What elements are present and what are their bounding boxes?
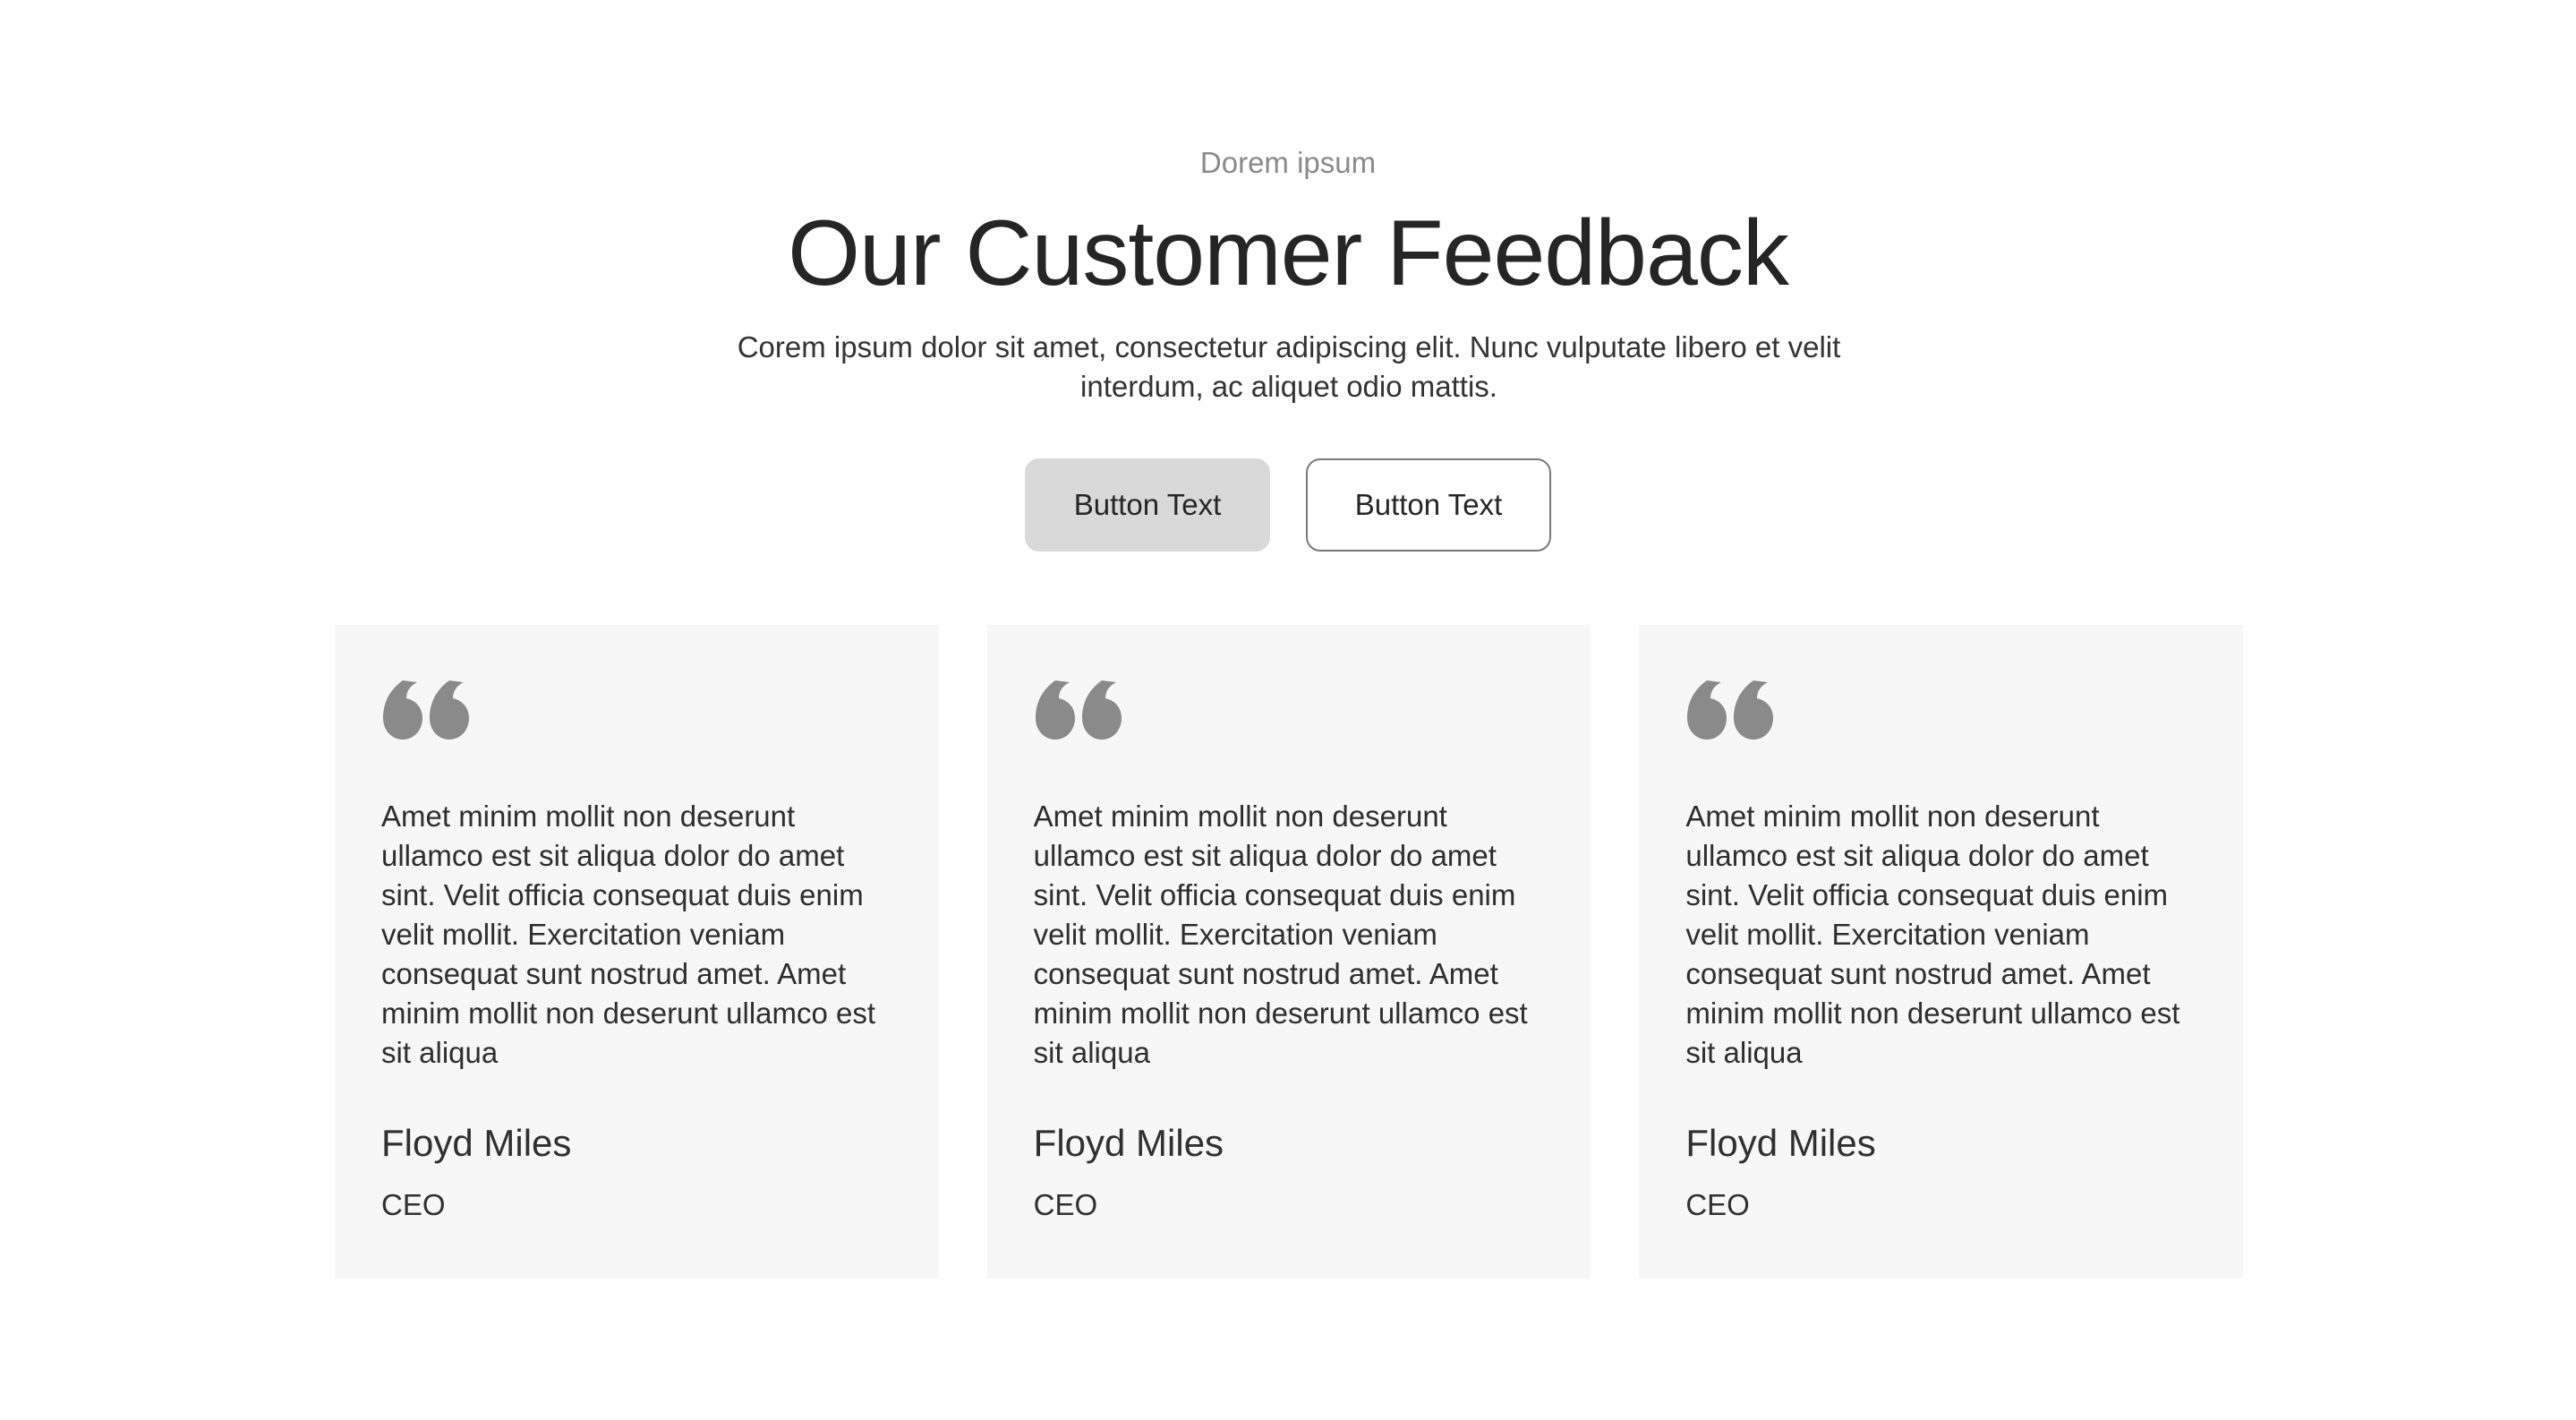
section-subtitle: Corem ipsum dolor sit amet, consectetur …	[737, 330, 1841, 403]
testimonial-text: Amet minim mollit non deserunt ullamco e…	[1685, 800, 2180, 1069]
testimonial-cards: Amet minim mollit non deserunt ullamco e…	[335, 625, 2244, 1279]
testimonial-card: Amet minim mollit non deserunt ullamco e…	[1639, 625, 2244, 1279]
quote-icon	[383, 680, 469, 740]
customer-feedback-section: Dorem ipsum Our Customer Feedback Corem …	[0, 0, 2576, 1420]
quote-icon	[1687, 680, 1774, 740]
testimonial-text: Amet minim mollit non deserunt ullamco e…	[1033, 800, 1528, 1069]
secondary-button[interactable]: Button Text	[1306, 458, 1551, 552]
button-row: Button Text Button Text	[0, 458, 2576, 552]
testimonial-name: Floyd Miles	[1033, 1122, 1224, 1164]
primary-button[interactable]: Button Text	[1025, 458, 1270, 552]
testimonial-role: CEO	[1685, 1188, 1750, 1221]
testimonial-name: Floyd Miles	[381, 1122, 572, 1164]
quote-icon	[1035, 680, 1122, 740]
testimonial-role: CEO	[381, 1188, 446, 1221]
page-title: Our Customer Feedback	[788, 201, 1789, 305]
testimonial-card: Amet minim mollit non deserunt ullamco e…	[335, 625, 939, 1279]
testimonial-name: Floyd Miles	[1685, 1122, 1876, 1164]
testimonial-role: CEO	[1033, 1188, 1098, 1221]
section-eyebrow: Dorem ipsum	[1199, 146, 1377, 179]
testimonial-text: Amet minim mollit non deserunt ullamco e…	[381, 800, 876, 1069]
testimonial-card: Amet minim mollit non deserunt ullamco e…	[986, 625, 1591, 1279]
